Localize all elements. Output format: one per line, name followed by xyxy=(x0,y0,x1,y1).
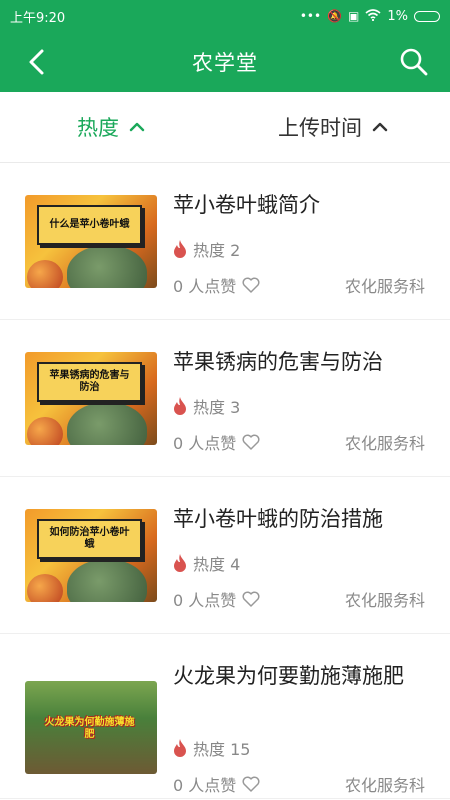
sort-hot-label: 热度 xyxy=(77,116,119,140)
back-button[interactable] xyxy=(22,46,54,78)
status-icons: ••• 🔕 ▣ 1% xyxy=(300,9,440,24)
likes-group: 0 人点赞 xyxy=(173,772,260,796)
search-icon xyxy=(400,48,428,76)
likes-group: 0 人点赞 xyxy=(173,273,260,297)
article-title: 火龙果为何要勤施薄施肥 xyxy=(173,664,404,688)
likes-group: 0 人点赞 xyxy=(173,587,260,611)
list-item[interactable]: 火龙果为何勤施薄施肥 火龙果为何要勤施薄施肥 热度 15 0 人点赞 农化服务科 xyxy=(0,634,450,799)
heart-icon[interactable] xyxy=(242,277,260,293)
hot-indicator: 热度 2 xyxy=(173,237,240,261)
battery-percent: 1% xyxy=(387,8,408,24)
leaf-decoration xyxy=(67,559,147,602)
battery-icon xyxy=(414,10,440,22)
more-dots-icon: ••• xyxy=(299,9,322,23)
flame-icon xyxy=(174,397,186,415)
article-meta: 0 人点赞 农化服务科 xyxy=(173,587,425,611)
list-item[interactable]: 如何防治苹小卷叶蛾 苹小卷叶蛾的防治措施 热度 4 0 人点赞 农化服务科 xyxy=(0,477,450,634)
leaf-decoration xyxy=(67,245,147,288)
leaf-decoration xyxy=(67,402,147,445)
thumbnail-caption: 什么是苹小卷叶蛾 xyxy=(37,205,142,245)
article-meta: 0 人点赞 农化服务科 xyxy=(173,772,425,796)
thumbnail-caption: 如何防治苹小卷叶蛾 xyxy=(37,519,142,559)
thumbnail-caption: 火龙果为何勤施薄施肥 xyxy=(44,716,135,741)
wifi-icon xyxy=(365,9,381,23)
flame-icon xyxy=(174,739,186,757)
article-meta: 0 人点赞 农化服务科 xyxy=(173,430,425,454)
hot-indicator: 热度 15 xyxy=(173,736,250,760)
article-source: 农化服务科 xyxy=(344,277,425,296)
article-list: 什么是苹小卷叶蛾 苹小卷叶蛾简介 热度 2 0 人点赞 农化服务科 苹果锈病的危… xyxy=(0,163,450,799)
chevron-left-icon xyxy=(29,49,44,75)
heart-icon[interactable] xyxy=(242,776,260,792)
likes-count: 0 人点赞 xyxy=(173,434,237,453)
sort-by-upload-time[interactable]: 上传时间 xyxy=(278,92,388,162)
heart-icon[interactable] xyxy=(242,434,260,450)
list-item[interactable]: 什么是苹小卷叶蛾 苹小卷叶蛾简介 热度 2 0 人点赞 农化服务科 xyxy=(0,163,450,320)
article-source: 农化服务科 xyxy=(344,776,425,795)
sort-time-label: 上传时间 xyxy=(278,116,362,140)
article-meta: 0 人点赞 农化服务科 xyxy=(173,273,425,297)
article-source: 农化服务科 xyxy=(344,591,425,610)
chevron-up-icon xyxy=(129,122,145,132)
likes-count: 0 人点赞 xyxy=(173,776,237,795)
article-title: 苹小卷叶蛾的防治措施 xyxy=(173,507,383,531)
likes-count: 0 人点赞 xyxy=(173,591,237,610)
status-time: 上午9:20 xyxy=(10,10,66,26)
page-title: 农学堂 xyxy=(192,51,258,75)
article-thumbnail: 什么是苹小卷叶蛾 xyxy=(25,195,157,288)
app-header: 农学堂 xyxy=(0,32,450,92)
thumbnail-caption: 苹果锈病的危害与防治 xyxy=(37,362,142,402)
hot-indicator: 热度 3 xyxy=(173,394,240,418)
flame-icon xyxy=(174,554,186,572)
sort-bar: 热度 上传时间 xyxy=(0,92,450,163)
fruit-decoration xyxy=(27,574,63,602)
sort-by-hot[interactable]: 热度 xyxy=(77,92,145,162)
flame-icon xyxy=(174,240,186,258)
article-source: 农化服务科 xyxy=(344,434,425,453)
chevron-up-icon xyxy=(372,122,388,132)
likes-count: 0 人点赞 xyxy=(173,277,237,296)
likes-group: 0 人点赞 xyxy=(173,430,260,454)
article-thumbnail: 火龙果为何勤施薄施肥 xyxy=(25,681,157,774)
hot-count: 热度 2 xyxy=(193,241,241,260)
article-thumbnail: 苹果锈病的危害与防治 xyxy=(25,352,157,445)
article-thumbnail: 如何防治苹小卷叶蛾 xyxy=(25,509,157,602)
list-item[interactable]: 苹果锈病的危害与防治 苹果锈病的危害与防治 热度 3 0 人点赞 农化服务科 xyxy=(0,320,450,477)
hot-count: 热度 4 xyxy=(193,555,241,574)
mute-icon: 🔕 xyxy=(327,9,343,23)
fruit-decoration xyxy=(27,260,63,288)
article-title: 苹小卷叶蛾简介 xyxy=(173,193,320,217)
fruit-decoration xyxy=(27,417,63,445)
hot-indicator: 热度 4 xyxy=(173,551,240,575)
hot-count: 热度 15 xyxy=(193,740,251,759)
status-bar: 上午9:20 ••• 🔕 ▣ 1% xyxy=(0,0,450,32)
article-title: 苹果锈病的危害与防治 xyxy=(173,350,383,374)
heart-icon[interactable] xyxy=(242,591,260,607)
hot-count: 热度 3 xyxy=(193,398,241,417)
sim-icon: ▣ xyxy=(348,9,360,23)
search-button[interactable] xyxy=(398,46,430,78)
